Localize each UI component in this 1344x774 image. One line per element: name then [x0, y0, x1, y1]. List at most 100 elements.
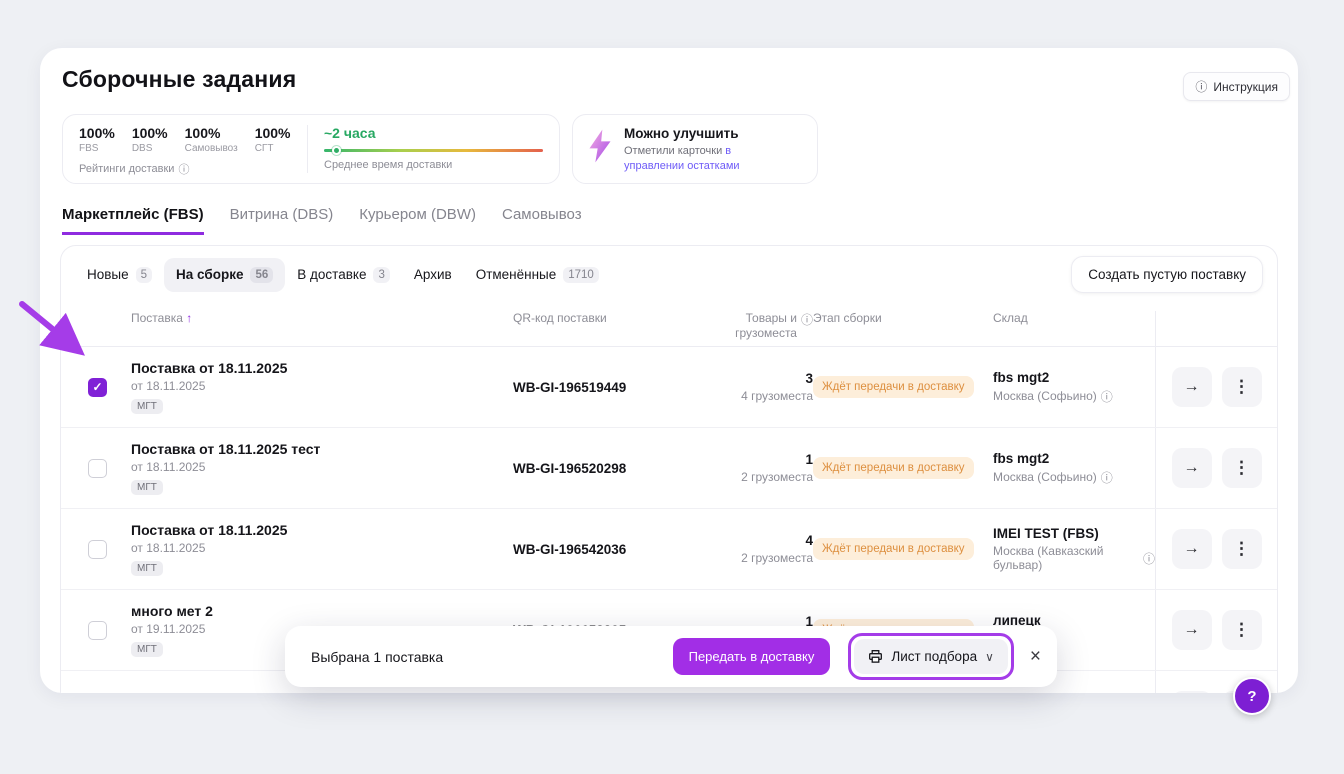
- goods-count: 4: [703, 533, 813, 548]
- arrow-right-icon: →: [1184, 540, 1200, 557]
- filter-count: 1710: [563, 267, 599, 283]
- stage-badge: Ждёт передачи в доставку: [813, 376, 974, 398]
- supply-date: от 18.11.2025: [131, 460, 513, 474]
- row-menu-button[interactable]: ⋮: [1222, 448, 1262, 488]
- create-empty-supply-button[interactable]: Создать пустую поставку: [1071, 256, 1263, 293]
- delivery-time-track: [324, 149, 543, 152]
- filter-assembling[interactable]: На сборке 56: [164, 258, 285, 292]
- qr-code: WB-GI-196519449: [513, 380, 703, 395]
- delivery-time-value: ~2 часа: [324, 125, 543, 141]
- open-supply-button[interactable]: →: [1172, 691, 1212, 693]
- improve-card: Можно улучшить Отметили карточки в управ…: [572, 114, 818, 184]
- supply-date: от 18.11.2025: [131, 541, 513, 555]
- supply-title[interactable]: много мет 2: [131, 603, 513, 619]
- improve-title: Можно улучшить: [624, 126, 782, 141]
- header-stage: Этап сборки: [813, 311, 993, 325]
- info-icon[interactable]: ⓘ: [1101, 388, 1113, 405]
- open-supply-button[interactable]: →: [1172, 610, 1212, 650]
- kebab-icon: ⋮: [1233, 458, 1250, 477]
- filter-count: 5: [136, 267, 152, 283]
- open-supply-button[interactable]: →: [1172, 529, 1212, 569]
- filter-in-delivery[interactable]: В доставке 3: [285, 258, 402, 292]
- supply-date: от 18.11.2025: [131, 379, 513, 393]
- row-checkbox[interactable]: ✓: [88, 378, 107, 397]
- selected-count-text: Выбрана 1 поставка: [311, 649, 443, 665]
- cargo-count: 2 грузоместа: [703, 470, 813, 484]
- delivery-mode-tabs: Маркетплейс (FBS) Витрина (DBS) Курьером…: [62, 206, 582, 235]
- kebab-icon: ⋮: [1233, 377, 1250, 396]
- info-icon[interactable]: ⓘ: [178, 161, 189, 177]
- tab-marketplace-fbs[interactable]: Маркетплейс (FBS): [62, 206, 204, 235]
- row-checkbox[interactable]: [88, 459, 107, 478]
- arrow-right-icon: →: [1184, 459, 1200, 476]
- supply-tag: МГТ: [131, 642, 163, 657]
- main-card: Сборочные задания ⓘ Инструкция 100% FBS …: [40, 48, 1298, 693]
- cargo-count: 2 грузоместа: [703, 551, 813, 565]
- table-row: Поставка от 18.11.2025 от 18.11.2025 МГТ…: [61, 509, 1277, 590]
- transfer-to-delivery-button[interactable]: Передать в доставку: [673, 638, 831, 675]
- row-checkbox[interactable]: [88, 540, 107, 559]
- rating-sgt: 100% СГТ: [255, 125, 291, 154]
- header-actions-cell: [1155, 311, 1277, 346]
- supply-tag: МГТ: [131, 399, 163, 414]
- filter-cancelled[interactable]: Отменённые 1710: [464, 258, 611, 292]
- kebab-icon: ⋮: [1233, 620, 1250, 639]
- open-supply-button[interactable]: →: [1172, 367, 1212, 407]
- warehouse-name: fbs mgt2: [993, 451, 1155, 466]
- delivery-time-block: ~2 часа Среднее время доставки: [308, 115, 559, 183]
- info-icon[interactable]: ⓘ: [1143, 550, 1155, 567]
- header-warehouse: Склад: [993, 311, 1155, 325]
- filter-count: 3: [373, 267, 389, 283]
- tab-pickup[interactable]: Самовывоз: [502, 206, 582, 235]
- arrow-right-icon: →: [1184, 378, 1200, 395]
- warehouse-name: fbs mgt2: [993, 370, 1155, 385]
- stage-badge: Ждёт передачи в доставку: [813, 538, 974, 560]
- tab-courier-dbw[interactable]: Курьером (DBW): [359, 206, 476, 235]
- header-goods: Товары и грузоместа ⓘ: [703, 311, 813, 341]
- improve-desc: Отметили карточки в управлении остатками: [624, 144, 782, 174]
- stage-badge: Ждёт передачи в доставку: [813, 457, 974, 479]
- header-supply[interactable]: Поставка ↑: [131, 311, 513, 325]
- filter-archive[interactable]: Архив: [402, 258, 464, 291]
- page-title: Сборочные задания: [62, 66, 296, 93]
- tab-vitrina-dbs[interactable]: Витрина (DBS): [230, 206, 334, 235]
- goods-count: 1: [703, 452, 813, 467]
- warehouse-location: Москва (Софьино) ⓘ: [993, 388, 1155, 405]
- instruction-label: Инструкция: [1213, 80, 1278, 94]
- cargo-count: 4 грузоместа: [703, 389, 813, 403]
- row-checkbox[interactable]: [88, 621, 107, 640]
- info-icon[interactable]: ⓘ: [1101, 469, 1113, 486]
- supply-tag: МГТ: [131, 480, 163, 495]
- rating-pickup: 100% Самовывоз: [185, 125, 238, 154]
- info-icon: ⓘ: [1195, 78, 1207, 95]
- supply-title[interactable]: Поставка от 18.11.2025: [131, 522, 513, 538]
- row-menu-button[interactable]: ⋮: [1222, 529, 1262, 569]
- row-menu-button[interactable]: ⋮: [1222, 367, 1262, 407]
- rating-fbs: 100% FBS: [79, 125, 115, 154]
- goods-count: 3: [703, 371, 813, 386]
- open-supply-button[interactable]: →: [1172, 448, 1212, 488]
- supply-title[interactable]: Поставка от 18.11.2025 тест: [131, 441, 513, 457]
- printer-icon: [868, 649, 883, 664]
- table-header: Поставка ↑ QR-код поставки Товары и груз…: [61, 303, 1277, 347]
- filter-new[interactable]: Новые 5: [75, 258, 164, 292]
- close-icon[interactable]: ×: [1030, 647, 1041, 666]
- picklist-button[interactable]: Лист подбора ∨: [854, 639, 1008, 674]
- qr-code: WB-GI-196520298: [513, 461, 703, 476]
- selection-action-bar: Выбрана 1 поставка Передать в доставку Л…: [285, 626, 1057, 687]
- ratings-card: 100% FBS 100% DBS 100% Самовывоз 100% СГ…: [62, 114, 560, 184]
- stats-row: 100% FBS 100% DBS 100% Самовывоз 100% СГ…: [62, 114, 818, 184]
- info-icon[interactable]: ⓘ: [801, 311, 813, 341]
- filter-count: 56: [250, 267, 273, 283]
- check-icon: ✓: [92, 380, 102, 394]
- instruction-button[interactable]: ⓘ Инструкция: [1183, 72, 1290, 101]
- kebab-icon: ⋮: [1233, 539, 1250, 558]
- track-dot-icon: [332, 146, 341, 155]
- supply-title[interactable]: Поставка от 18.11.2025: [131, 360, 513, 376]
- ratings-caption: Рейтинги доставки ⓘ: [79, 161, 307, 177]
- table-row: ✓ Поставка от 18.11.2025 от 18.11.2025 М…: [61, 347, 1277, 428]
- header-qr: QR-код поставки: [513, 311, 703, 325]
- help-button[interactable]: ?: [1233, 677, 1271, 715]
- lightning-icon: [586, 126, 614, 166]
- row-menu-button[interactable]: ⋮: [1222, 610, 1262, 650]
